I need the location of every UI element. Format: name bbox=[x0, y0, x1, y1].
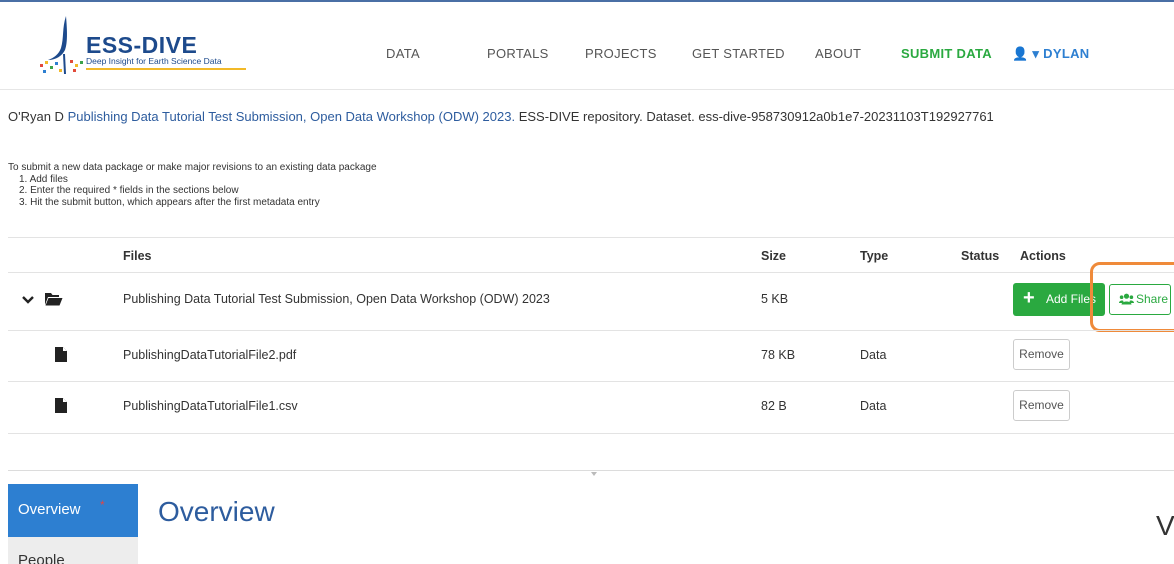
splitter-handle-icon[interactable] bbox=[591, 472, 597, 476]
nav-projects[interactable]: PROJECTS bbox=[585, 46, 657, 61]
site-logo[interactable]: ESS-DIVE Deep Insight for Earth Science … bbox=[34, 14, 246, 76]
site-header: ESS-DIVE Deep Insight for Earth Science … bbox=[0, 2, 1174, 90]
column-header-status: Status bbox=[961, 249, 1000, 263]
column-header-size: Size bbox=[761, 249, 787, 263]
tab-people[interactable]: People bbox=[18, 552, 65, 564]
column-header-type: Type bbox=[860, 249, 889, 263]
submission-instructions: To submit a new data package or make maj… bbox=[8, 162, 377, 208]
citation-details: ESS-DIVE repository. Dataset. ess-dive-9… bbox=[518, 109, 994, 124]
tab-overview-label: Overview bbox=[18, 501, 81, 518]
share-highlight-annotation bbox=[1090, 262, 1174, 332]
column-header-files: Files bbox=[123, 249, 152, 263]
citation-author: O'Ryan D bbox=[8, 109, 64, 124]
logo-mark-icon bbox=[40, 16, 83, 75]
file-size: 78 KB bbox=[761, 348, 796, 362]
user-icon: 👤 bbox=[1012, 46, 1029, 61]
row-divider bbox=[8, 330, 1174, 331]
remove-button[interactable]: Remove bbox=[1013, 390, 1070, 421]
instructions-step: 3. Hit the submit button, which appears … bbox=[19, 196, 320, 208]
logo-tagline: Deep Insight for Earth Science Data bbox=[86, 56, 222, 66]
file-type: Data bbox=[860, 348, 887, 362]
nav-submit-data[interactable]: SUBMIT DATA bbox=[901, 46, 992, 61]
folder-open-icon bbox=[45, 293, 63, 306]
plus-icon: + bbox=[1023, 287, 1035, 309]
instructions-intro: To submit a new data package or make maj… bbox=[8, 162, 377, 173]
logo-underline bbox=[86, 68, 246, 70]
citation-title-link[interactable]: Publishing Data Tutorial Test Submission… bbox=[68, 109, 516, 124]
nav-get-started[interactable]: GET STARTED bbox=[692, 46, 785, 61]
file-size: 82 B bbox=[761, 399, 787, 413]
file-type: Data bbox=[860, 399, 887, 413]
required-marker: * bbox=[100, 498, 105, 512]
tab-overview[interactable]: Overview * bbox=[8, 484, 138, 537]
nav-data[interactable]: DATA bbox=[386, 46, 420, 61]
add-files-label: Add Files bbox=[1046, 292, 1097, 306]
chevron-down-icon: ▾ bbox=[1032, 46, 1040, 61]
file-name[interactable]: PublishingDataTutorialFile2.pdf bbox=[123, 348, 296, 362]
row-divider bbox=[8, 381, 1174, 382]
dataset-citation: O'Ryan D Publishing Data Tutorial Test S… bbox=[8, 109, 994, 124]
nav-about[interactable]: ABOUT bbox=[815, 46, 861, 61]
instructions-step: 2. Enter the required * fields in the se… bbox=[19, 185, 239, 196]
folder-size: 5 KB bbox=[761, 292, 789, 306]
user-menu[interactable]: 👤 ▾ DYLAN bbox=[1012, 46, 1089, 62]
remove-button[interactable]: Remove bbox=[1013, 339, 1070, 370]
nav-portals[interactable]: PORTALS bbox=[487, 46, 549, 61]
instructions-step: 1. Add files bbox=[19, 173, 68, 185]
logo-wordmark: ESS-DIVE bbox=[86, 32, 198, 58]
file-icon bbox=[55, 347, 67, 362]
chevron-down-icon[interactable] bbox=[22, 295, 34, 305]
table-top-divider bbox=[8, 237, 1174, 238]
file-icon bbox=[55, 398, 67, 413]
file-name[interactable]: PublishingDataTutorialFile1.csv bbox=[123, 399, 298, 413]
folder-name: Publishing Data Tutorial Test Submission… bbox=[123, 292, 550, 306]
user-name: DYLAN bbox=[1043, 46, 1090, 61]
panel-splitter[interactable] bbox=[8, 470, 1174, 471]
table-header-divider bbox=[8, 272, 1174, 273]
section-title: Overview bbox=[158, 496, 275, 527]
column-header-actions: Actions bbox=[1020, 249, 1066, 263]
clipped-heading-letter: V bbox=[1156, 510, 1174, 541]
row-divider bbox=[8, 433, 1174, 434]
